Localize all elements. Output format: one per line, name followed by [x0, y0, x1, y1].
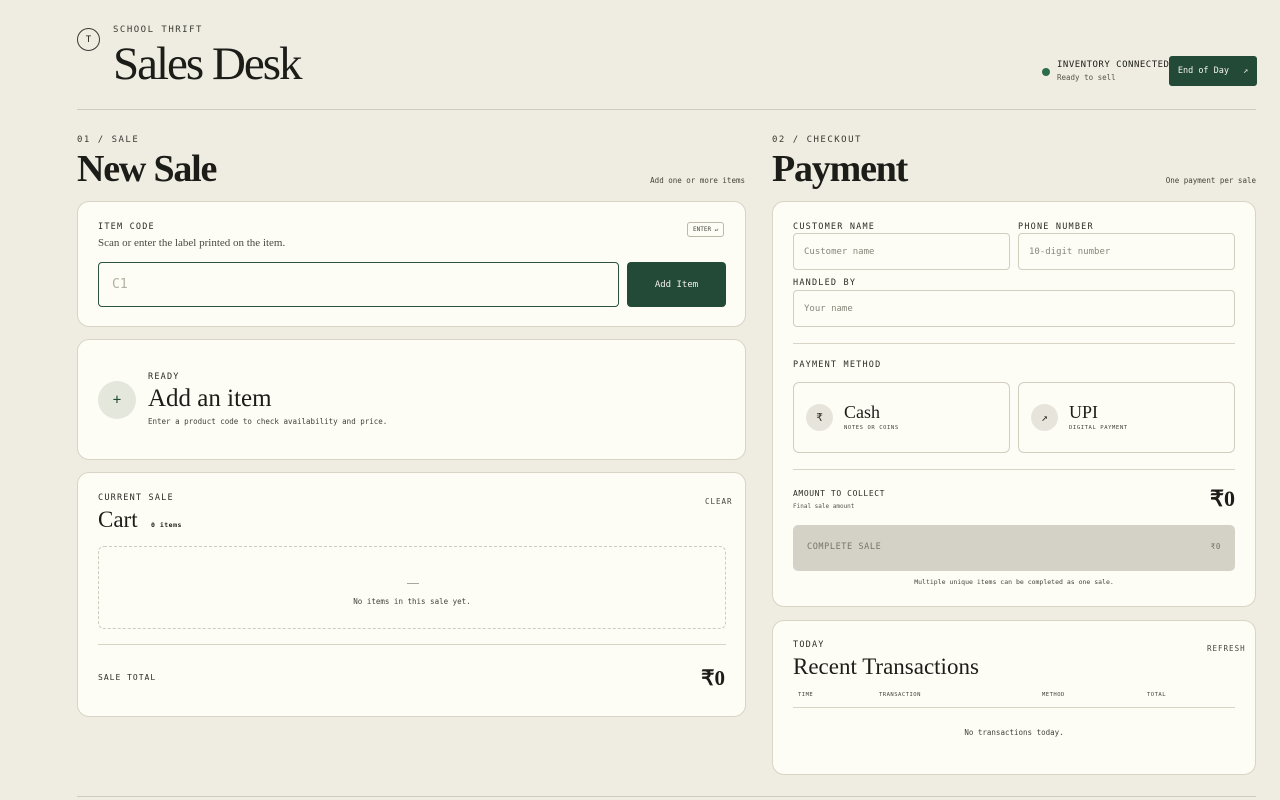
sale-title: New Sale [77, 148, 217, 190]
payment-option-upi[interactable]: ↗ UPI DIGITAL PAYMENT [1018, 382, 1235, 453]
sale-total-value: ₹0 [701, 666, 725, 690]
cart-empty-text: No items in this sale yet. [353, 597, 471, 606]
clear-cart-button[interactable]: CLEAR [705, 497, 733, 506]
checkout-eyebrow: 02 / CHECKOUT [772, 135, 862, 145]
customer-name-label: CUSTOMER NAME [793, 222, 876, 232]
end-of-day-button[interactable]: End of Day ↗ [1169, 56, 1257, 86]
cart-title: Cart [98, 507, 138, 532]
transactions-card: TODAY REFRESH Recent Transactions TIME T… [772, 620, 1256, 775]
cart-divider [98, 644, 726, 645]
plus-icon: + [98, 381, 136, 419]
transactions-title: Recent Transactions [793, 654, 979, 679]
cart-item-count: 0 items [151, 521, 182, 529]
transactions-eyebrow: TODAY [793, 640, 825, 650]
ready-title: Add an item [148, 385, 272, 412]
cart-card: CURRENT SALE Cart 0 items CLEAR No items… [77, 472, 746, 717]
payment-divider-1 [793, 343, 1235, 344]
transactions-header-divider [793, 707, 1235, 708]
header-divider [77, 109, 1256, 110]
amount-to-collect-sub: Final sale amount [793, 503, 855, 510]
end-of-day-label: End of Day [1177, 66, 1230, 76]
arrow-up-right-icon: ↗ [1243, 66, 1249, 76]
payment-divider-2 [793, 469, 1235, 470]
complete-sale-note: Multiple unique items can be completed a… [914, 578, 1114, 586]
footer-divider [77, 796, 1256, 797]
enter-key-badge: ENTER ↵ [687, 222, 725, 237]
ready-eyebrow: READY [148, 372, 180, 382]
payment-option-title: UPI [1069, 402, 1099, 422]
ready-subtitle: Enter a product code to check availabili… [148, 417, 388, 426]
add-item-button[interactable]: Add Item [627, 262, 726, 307]
column-header-transaction: TRANSACTION [879, 692, 921, 698]
phone-number-input[interactable] [1018, 233, 1235, 270]
amount-to-collect-value: ₹0 [1210, 486, 1235, 511]
page-title: Sales Desk [113, 38, 303, 90]
logo-badge: T [77, 28, 100, 51]
cart-empty-state: No items in this sale yet. [98, 546, 726, 629]
transactions-empty-text: No transactions today. [964, 728, 1064, 737]
checkout-note: One payment per sale [1165, 176, 1256, 185]
complete-sale-amount: ₹0 [1210, 542, 1221, 551]
handled-by-label: HANDLED BY [793, 278, 857, 288]
column-header-total: TOTAL [1147, 692, 1167, 698]
payment-option-title: Cash [844, 402, 880, 422]
inventory-status-sub: Ready to sell [1057, 73, 1116, 82]
status-dot-icon [1042, 68, 1050, 76]
customer-name-input[interactable] [793, 233, 1010, 270]
sale-note: Add one or more items [650, 176, 745, 185]
column-header-time: TIME [798, 692, 814, 698]
item-code-helper: Scan or enter the label printed on the i… [98, 237, 286, 249]
sale-eyebrow: 01 / SALE [77, 135, 140, 145]
payment-card: CUSTOMER NAME PHONE NUMBER HANDLED BY PA… [772, 201, 1256, 607]
payment-method-label: PAYMENT METHOD [793, 360, 882, 370]
complete-sale-label: COMPLETE SALE [807, 542, 882, 552]
phone-number-label: PHONE NUMBER [1018, 222, 1094, 232]
handled-by-input[interactable] [793, 290, 1235, 327]
item-code-input[interactable] [98, 262, 619, 307]
amount-to-collect-label: AMOUNT TO COLLECT [793, 489, 886, 498]
payment-option-sub: NOTES OR COINS [844, 425, 899, 431]
ready-card: + READY Add an item Enter a product code… [77, 339, 746, 460]
payment-option-sub: DIGITAL PAYMENT [1069, 425, 1128, 431]
sale-total-label: SALE TOTAL [98, 673, 157, 682]
arrow-up-right-icon: ↗ [1031, 404, 1058, 431]
checkout-title: Payment [772, 148, 908, 190]
column-header-method: METHOD [1042, 692, 1065, 698]
empty-dash-icon [407, 583, 419, 584]
rupee-icon: ₹ [806, 404, 833, 431]
payment-option-cash[interactable]: ₹ Cash NOTES OR COINS [793, 382, 1010, 453]
refresh-button[interactable]: REFRESH [1207, 644, 1246, 653]
item-code-card: ITEM CODE Scan or enter the label printe… [77, 201, 746, 327]
complete-sale-button[interactable]: COMPLETE SALE ₹0 [793, 525, 1235, 571]
inventory-status-title: INVENTORY CONNECTED [1057, 60, 1170, 70]
cart-eyebrow: CURRENT SALE [98, 493, 174, 503]
item-code-label: ITEM CODE [98, 222, 155, 232]
